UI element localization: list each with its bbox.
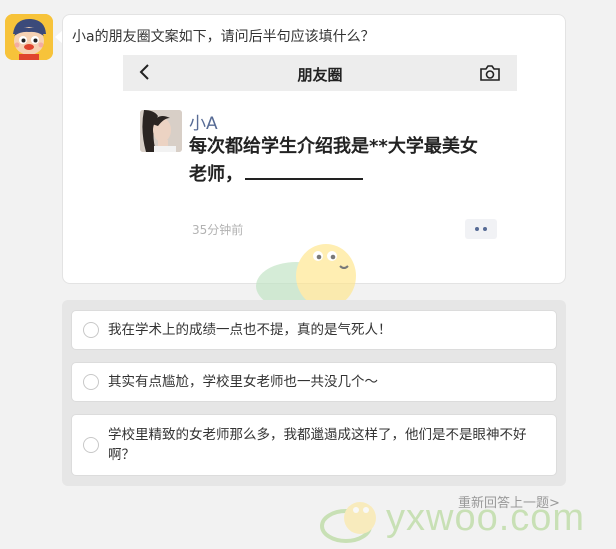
- question-text: 小a的朋友圈文案如下，请问后半句应该填什么？: [72, 29, 375, 45]
- cartoon-face-icon: [5, 14, 53, 60]
- option-3-text: 学校里精致的女老师那么多，我都邋遢成这样了，他们是不是眼神不好啊？: [108, 427, 527, 463]
- site-watermark: yxwoo.com: [386, 497, 586, 539]
- moments-screenshot: 朋友圈 小A 每次都给学生介绍我是**大学最美女 老师， 35分钟前: [123, 55, 517, 251]
- post-text: 每次都给学生介绍我是**大学最美女 老师，: [189, 133, 489, 189]
- post-time: 35分钟前: [192, 223, 244, 237]
- moments-title: 朋友圈: [297, 66, 343, 84]
- options-panel: 我在学术上的成绩一点也不提，真的是气死人！ 其实有点尴尬，学校里女老师也一共没几…: [62, 300, 566, 486]
- option-2[interactable]: 其实有点尴尬，学校里女老师也一共没几个～: [71, 362, 557, 402]
- post-author-avatar: [140, 110, 182, 152]
- bot-avatar: [5, 14, 53, 60]
- option-1[interactable]: 我在学术上的成绩一点也不提，真的是气死人！: [71, 310, 557, 350]
- moments-header: 朋友圈: [123, 55, 517, 91]
- camera-icon: [480, 65, 500, 81]
- fill-in-blank: [245, 166, 363, 180]
- site-logo-icon: [320, 502, 376, 543]
- post-author-name[interactable]: 小A: [189, 109, 218, 134]
- option-3[interactable]: 学校里精致的女老师那么多，我都邋遢成这样了，他们是不是眼神不好啊？: [71, 414, 557, 476]
- more-actions-button[interactable]: [465, 219, 497, 239]
- radio-button[interactable]: [83, 322, 99, 338]
- author-photo: [140, 110, 182, 152]
- radio-button[interactable]: [83, 374, 99, 390]
- more-dot-icon: [475, 227, 479, 231]
- radio-button[interactable]: [83, 437, 99, 453]
- more-dot-icon: [483, 227, 487, 231]
- post-text-line2: 老师，: [189, 161, 489, 189]
- post-text-line2-start: 老师，: [189, 164, 243, 185]
- option-1-text: 我在学术上的成绩一点也不提，真的是气死人！: [108, 322, 392, 338]
- option-2-text: 其实有点尴尬，学校里女老师也一共没几个～: [108, 374, 378, 390]
- post-text-line1: 每次都给学生介绍我是**大学最美女: [189, 136, 478, 157]
